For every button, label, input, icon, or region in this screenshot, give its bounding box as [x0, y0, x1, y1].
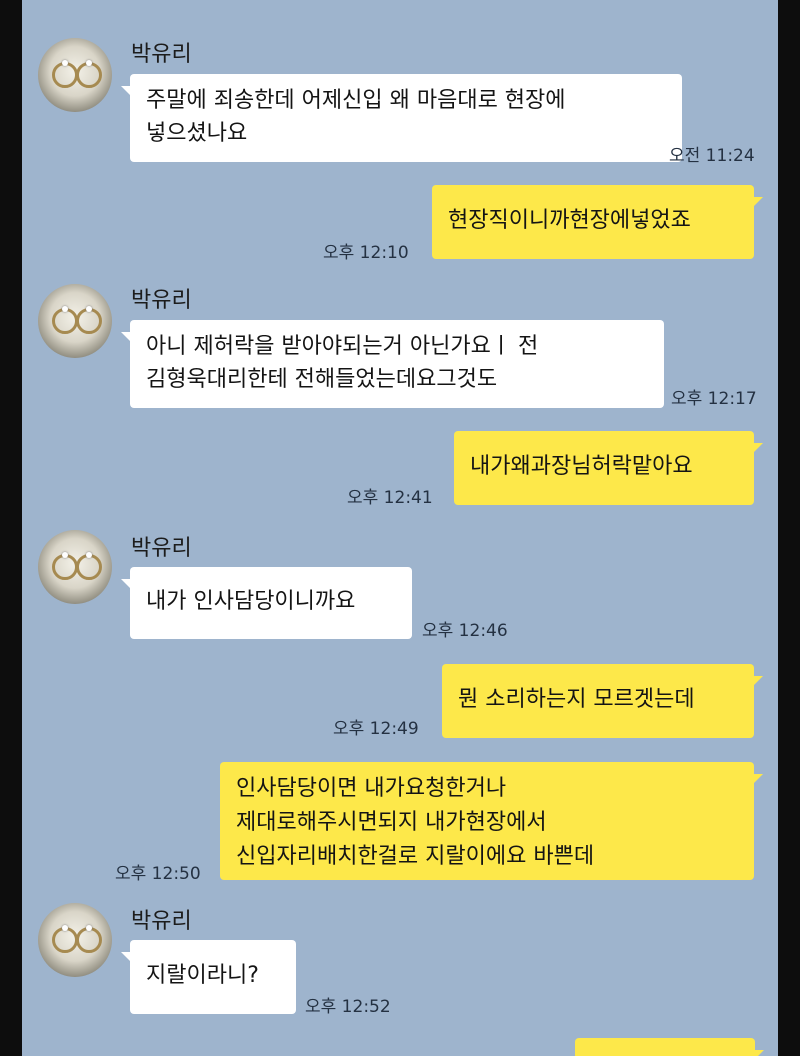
outgoing-message-bubble[interactable]: 현장직이니까현장에넣었죠	[432, 185, 763, 259]
sender-name: 박유리	[131, 42, 192, 67]
message-line: 넣으셨나요	[146, 121, 248, 146]
sender-name: 박유리	[131, 288, 192, 313]
avatar-icon[interactable]	[38, 903, 112, 977]
message-timestamp: 오후 12:41	[347, 488, 433, 508]
avatar-icon[interactable]	[38, 530, 112, 604]
incoming-message-bubble[interactable]: 주말에 죄송한데 어제신입 왜 마음대로 현장에 넣으셨나요	[121, 74, 682, 162]
outgoing-message-bubble-partial[interactable]	[575, 1038, 764, 1056]
message-line: 인사담당이면 내가요청한거나	[236, 776, 507, 801]
incoming-message-bubble[interactable]: 지랄이라니?	[121, 940, 296, 1014]
outgoing-message-bubble[interactable]: 뭔 소리하는지 모르겟는데	[442, 664, 763, 738]
sender-name: 박유리	[131, 909, 192, 934]
message-line: 내가 인사담당이니까요	[146, 589, 356, 614]
incoming-message-bubble[interactable]: 내가 인사담당이니까요	[121, 567, 412, 639]
message-timestamp: 오후 12:49	[333, 719, 419, 739]
message-line: 지랄이라니?	[146, 963, 259, 988]
chat-screen[interactable]: 박유리 주말에 죄송한데 어제신입 왜 마음대로 현장에 넣으셨나요 오전 11…	[22, 0, 778, 1056]
avatar-icon[interactable]	[38, 38, 112, 112]
incoming-message-bubble[interactable]: 아니 제허락을 받아야되는거 아닌가요ㅣ 전 김형욱대리한테 전해들었는데요그것…	[121, 320, 664, 408]
message-line: 현장직이니까현장에넣었죠	[448, 208, 691, 233]
sender-name: 박유리	[131, 536, 192, 561]
screen-edge-right	[778, 0, 800, 1056]
screen-edge-left	[0, 0, 22, 1056]
message-line: 내가왜과장님허락맡아요	[470, 454, 693, 479]
message-line: 아니 제허락을 받아야되는거 아닌가요ㅣ 전	[146, 334, 539, 359]
outgoing-message-bubble[interactable]: 인사담당이면 내가요청한거나 제대로해주시면되지 내가현장에서 신입자리배치한걸…	[220, 762, 763, 880]
message-timestamp: 오후 12:10	[323, 243, 409, 263]
message-timestamp: 오후 12:50	[115, 864, 201, 884]
message-timestamp: 오후 12:52	[305, 997, 391, 1017]
message-timestamp: 오후 12:17	[671, 389, 757, 409]
message-timestamp: 오전 11:24	[669, 146, 755, 166]
message-line: 제대로해주시면되지 내가현장에서	[236, 810, 547, 835]
cropped-top-text	[282, 0, 542, 6]
message-line: 주말에 죄송한데 어제신입 왜 마음대로 현장에	[146, 88, 566, 113]
avatar-icon[interactable]	[38, 284, 112, 358]
outgoing-message-bubble[interactable]: 내가왜과장님허락맡아요	[454, 431, 763, 505]
message-line: 김형욱대리한테 전해들었는데요그것도	[146, 367, 498, 392]
message-line: 뭔 소리하는지 모르겟는데	[458, 687, 695, 712]
message-line: 신입자리배치한걸로 지랄이에요 바쁜데	[236, 844, 595, 869]
message-timestamp: 오후 12:46	[422, 621, 508, 641]
